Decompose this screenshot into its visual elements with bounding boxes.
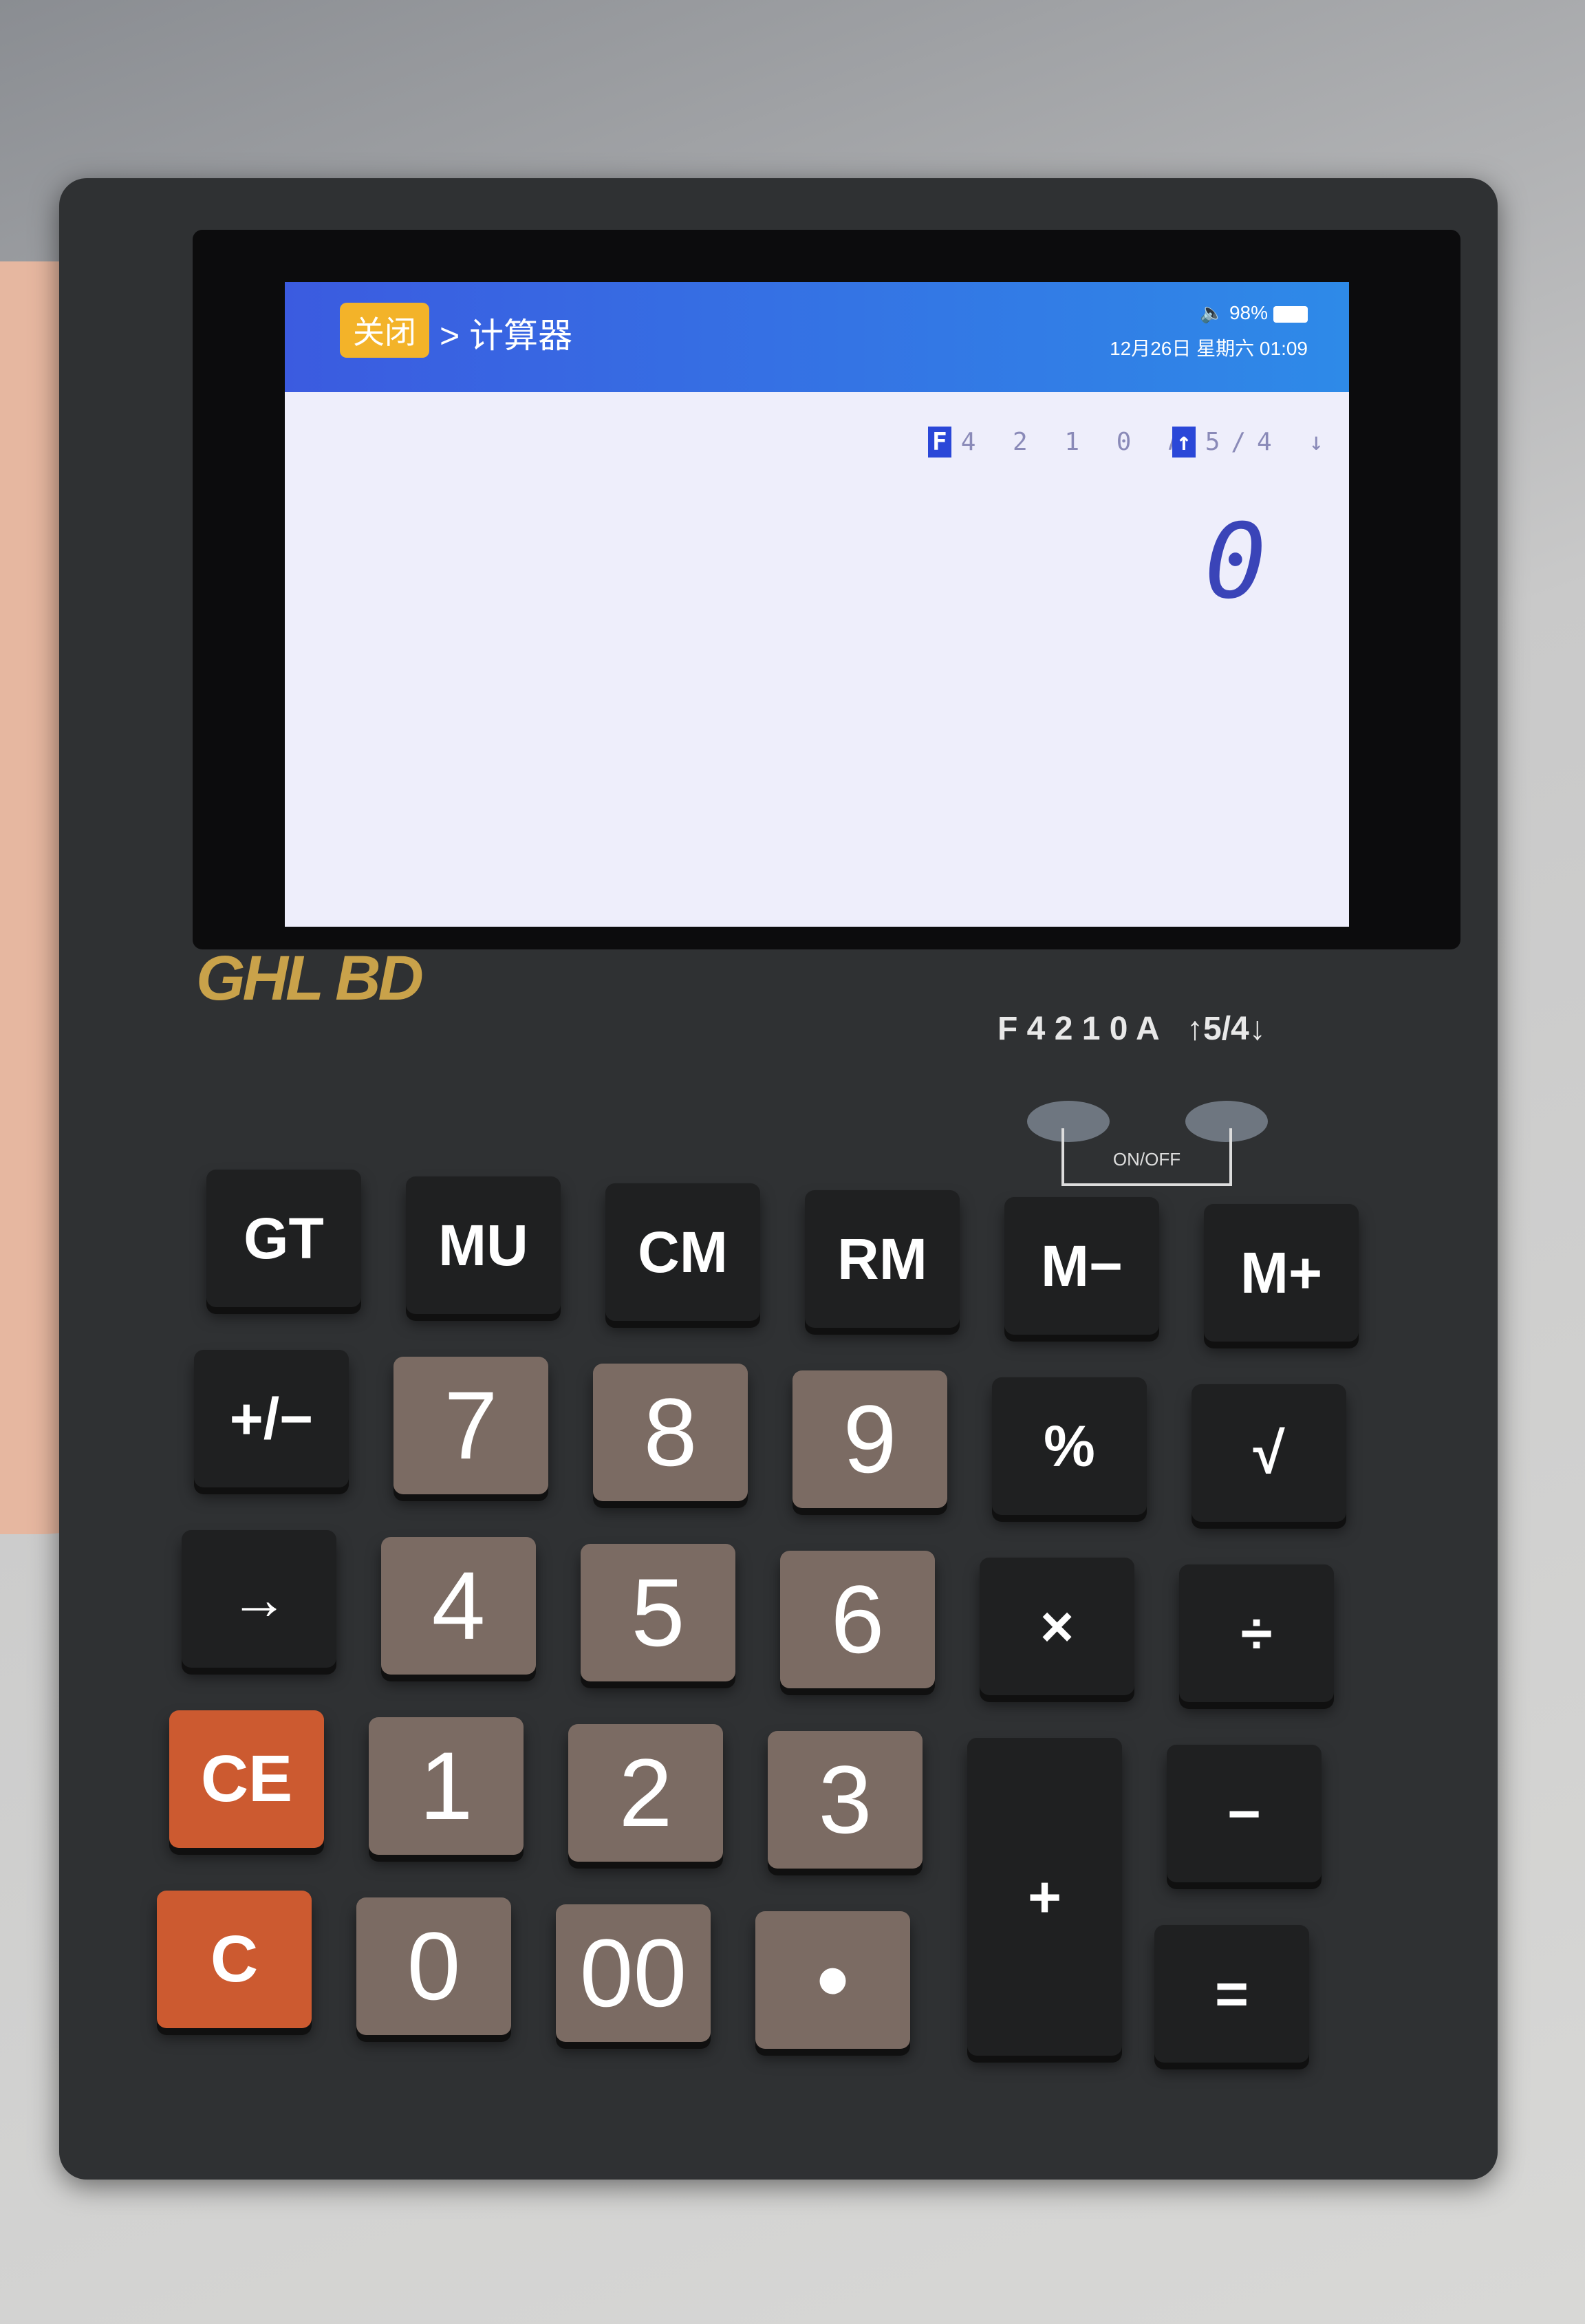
key-1[interactable]: 1: [369, 1717, 524, 1855]
key-minus[interactable]: −: [1167, 1745, 1322, 1882]
mode-flag: F: [928, 427, 951, 458]
key-sqrt[interactable]: √: [1192, 1384, 1346, 1522]
mode-values: 4 2 1 0 A: [960, 428, 1194, 456]
mode-indicator: F 4 2 1 0 A: [928, 427, 1194, 458]
screen: 关闭 > 计算器 🔈 98% 12月26日 星期六 01:09 F 4 2 1 0…: [285, 282, 1349, 927]
key-cm[interactable]: CM: [605, 1183, 760, 1321]
onoff-label: ON/OFF: [1061, 1128, 1232, 1186]
key-00[interactable]: 00: [556, 1904, 711, 2042]
key-backspace[interactable]: →: [182, 1530, 336, 1668]
key-plus[interactable]: +: [967, 1738, 1122, 2056]
key-ce[interactable]: CE: [169, 1710, 324, 1848]
round-values: 5/4 ↓: [1205, 428, 1335, 456]
key-multiply[interactable]: ×: [980, 1558, 1134, 1695]
key-sign[interactable]: +/−: [194, 1350, 349, 1487]
key-decimal[interactable]: •: [755, 1911, 910, 2049]
key-8[interactable]: 8: [593, 1364, 748, 1501]
round-switch-label: ↑5/4↓: [1187, 1011, 1266, 1047]
key-rm[interactable]: RM: [805, 1190, 960, 1328]
key-divide[interactable]: ÷: [1179, 1564, 1334, 1702]
datetime: 12月26日 星期六 01:09: [1110, 338, 1308, 359]
key-2[interactable]: 2: [568, 1724, 723, 1862]
key-equals[interactable]: =: [1154, 1925, 1309, 2063]
key-4[interactable]: 4: [381, 1537, 536, 1675]
key-0[interactable]: 0: [356, 1897, 511, 2035]
round-indicator: ↑ 5/4 ↓: [1172, 427, 1335, 458]
battery-percent: 98%: [1229, 302, 1268, 323]
mode-switch-label: F 4 2 1 0 A: [998, 1011, 1160, 1047]
key-6[interactable]: 6: [780, 1551, 935, 1688]
close-button[interactable]: 关闭: [340, 303, 429, 358]
round-flag: ↑: [1172, 427, 1196, 458]
key-7[interactable]: 7: [393, 1357, 548, 1494]
key-gt[interactable]: GT: [206, 1170, 361, 1307]
status-area: 🔈 98% 12月26日 星期六 01:09: [1110, 301, 1308, 361]
key-mu[interactable]: MU: [406, 1176, 561, 1314]
breadcrumb: > 计算器: [440, 316, 573, 355]
key-m-plus[interactable]: M+: [1204, 1204, 1359, 1342]
key-9[interactable]: 9: [792, 1370, 947, 1508]
key-percent[interactable]: %: [992, 1377, 1147, 1515]
brand-logo: GHL BD: [196, 943, 424, 1013]
key-3[interactable]: 3: [768, 1731, 923, 1869]
key-5[interactable]: 5: [581, 1544, 735, 1681]
speaker-icon: 🔈: [1200, 302, 1225, 323]
display-value: 0: [1204, 502, 1266, 622]
key-m-minus[interactable]: M−: [1004, 1197, 1159, 1335]
key-c[interactable]: C: [157, 1891, 312, 2028]
header-bar: 关闭 > 计算器 🔈 98% 12月26日 星期六 01:09: [285, 282, 1349, 392]
battery-icon: [1273, 305, 1308, 323]
